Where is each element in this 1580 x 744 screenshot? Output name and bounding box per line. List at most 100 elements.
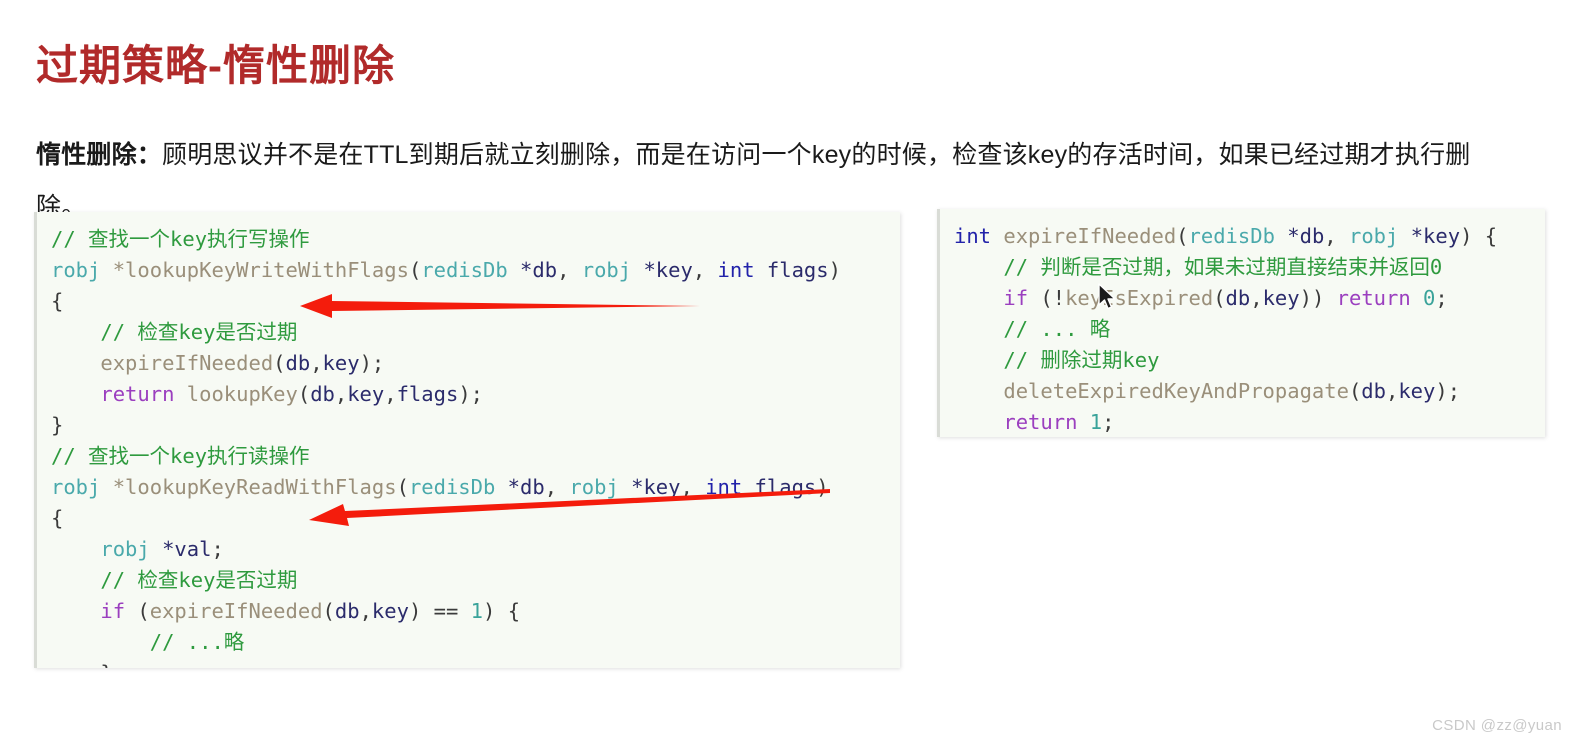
code-token-pun: ) {	[483, 599, 521, 623]
code-token-pun: (	[1176, 224, 1189, 248]
code-line: int expireIfNeeded(redisDb *db, robj *ke…	[954, 221, 1545, 252]
code-token-pun: ,	[1385, 379, 1399, 403]
code-token-pun: ,	[310, 351, 323, 375]
code-token-typ: redisDb	[421, 258, 508, 282]
code-token-var: *key	[1398, 224, 1461, 248]
code-token-var: db	[1225, 286, 1251, 310]
code-token-var: key	[1398, 379, 1436, 403]
code-token-pun: ,	[334, 382, 348, 406]
code-token-kw: return	[954, 410, 1078, 434]
code-token-pun: ;	[211, 537, 224, 561]
code-token-pun: (	[322, 599, 335, 623]
page-title: 过期策略-惰性删除	[36, 42, 395, 90]
code-line: robj *lookupKeyWriteWithFlags(redisDb *d…	[51, 255, 900, 286]
code-token-com: // ...略	[51, 630, 245, 654]
code-line: // ...略	[51, 627, 900, 658]
code-token-fn: keyIsExpired	[1065, 286, 1214, 310]
code-token-fn: expireIfNeeded	[149, 599, 323, 623]
code-token-pun: )	[828, 258, 841, 282]
code-token-pun: ,	[1324, 224, 1349, 248]
code-token-pun: ) {	[1460, 224, 1498, 248]
code-token-pun: ,	[557, 258, 582, 282]
code-token-fn: *lookupKeyWriteWithFlags	[100, 258, 409, 282]
code-token-num: 0	[1410, 286, 1436, 310]
code-line: // ... 略	[954, 314, 1545, 345]
code-token-fn: deleteExpiredKeyAndPropagate	[954, 379, 1349, 403]
code-token-pun: }	[51, 661, 112, 668]
code-token-var: *val	[149, 537, 212, 561]
code-token-pun: ,	[544, 475, 570, 499]
code-token-pun: (	[125, 599, 150, 623]
code-token-com: // 判断是否过期，如果未过期直接结束并返回0	[954, 255, 1443, 279]
code-token-pun: (	[396, 475, 409, 499]
code-token-pun: ))	[1299, 286, 1337, 310]
code-token-var: flags	[742, 475, 817, 499]
code-token-pun: ,	[1250, 286, 1263, 310]
code-token-pun: ,	[384, 382, 397, 406]
code-token-pun: (	[273, 351, 286, 375]
code-line: return 1;	[954, 407, 1545, 437]
code-line: // 检查key是否过期	[51, 317, 900, 348]
code-line: {	[51, 503, 900, 534]
intro-lead-label: 惰性删除：	[36, 141, 163, 169]
code-line: robj *val;	[51, 534, 900, 565]
code-token-pun: }	[51, 413, 64, 437]
code-line: // 删除过期key	[954, 345, 1545, 376]
code-block-lookup-key: // 查找一个key执行写操作 robj *lookupKeyWriteWithF…	[34, 212, 900, 668]
code-token-typ: robj	[51, 537, 150, 561]
code-token-var: *db	[507, 258, 558, 282]
code-line: }	[51, 658, 900, 668]
code-token-pun: (	[408, 258, 422, 282]
code-line: }	[51, 410, 900, 441]
code-token-com: // 检查key是否过期	[51, 568, 298, 592]
code-token-com: // 删除过期key	[954, 348, 1160, 372]
code-line: robj *lookupKeyReadWithFlags(redisDb *db…	[51, 472, 900, 503]
code-token-com: // ... 略	[954, 317, 1111, 341]
code-token-pun: )	[816, 475, 829, 499]
code-token-typ: robj	[581, 258, 632, 282]
code-token-com: // 查找一个key执行写操作	[51, 227, 310, 251]
code-token-typ: robj	[569, 475, 619, 499]
code-token-pun: ,	[359, 599, 372, 623]
code-token-fn: expireIfNeeded	[991, 224, 1177, 248]
code-token-int: int	[717, 258, 755, 282]
code-token-pun: );	[458, 382, 483, 406]
code-token-fn: expireIfNeeded	[51, 351, 274, 375]
watermark: CSDN @zz@yuan	[1432, 717, 1562, 734]
code-token-com: // 检查key是否过期	[51, 320, 298, 344]
code-token-var: key	[347, 382, 385, 406]
code-token-pun: ;	[1102, 410, 1115, 434]
code-line: return lookupKey(db,key,flags);	[51, 379, 900, 410]
code-token-kw: if	[954, 286, 1029, 310]
code-line: deleteExpiredKeyAndPropagate(db,key);	[954, 376, 1545, 407]
code-line: expireIfNeeded(db,key);	[51, 348, 900, 379]
code-token-int: int	[705, 475, 743, 499]
code-token-int: int	[954, 224, 992, 248]
code-line: // 检查key是否过期	[51, 565, 900, 596]
code-token-var: db	[285, 351, 311, 375]
code-line: // 判断是否过期，如果未过期直接结束并返回0	[954, 252, 1545, 283]
code-token-var: *key	[618, 475, 681, 499]
code-token-pun: {	[51, 289, 64, 313]
code-token-var: db	[310, 382, 335, 406]
code-token-pun: (	[297, 382, 311, 406]
code-token-var: flags	[754, 258, 829, 282]
code-token-var: flags	[396, 382, 459, 406]
code-token-var: key	[1262, 286, 1300, 310]
code-line: if (!keyIsExpired(db,key)) return 0;	[954, 283, 1545, 314]
code-token-pun: );	[359, 351, 385, 375]
code-token-pun: (	[1348, 379, 1362, 403]
code-token-kw: return	[51, 382, 175, 406]
code-token-kw: if	[51, 599, 126, 623]
code-token-typ: robj	[1348, 224, 1399, 248]
code-token-var: db	[334, 599, 360, 623]
code-token-pun: (!	[1028, 286, 1066, 310]
code-token-pun: {	[51, 506, 64, 530]
code-token-typ: redisDb	[1188, 224, 1275, 248]
code-line: // 查找一个key执行读操作	[51, 441, 900, 472]
code-token-typ: robj	[51, 475, 101, 499]
code-token-var: key	[322, 351, 360, 375]
code-token-var: *key	[631, 258, 693, 282]
code-block-expire-if-needed: int expireIfNeeded(redisDb *db, robj *ke…	[937, 209, 1545, 437]
code-line: // 查找一个key执行写操作	[51, 224, 900, 255]
